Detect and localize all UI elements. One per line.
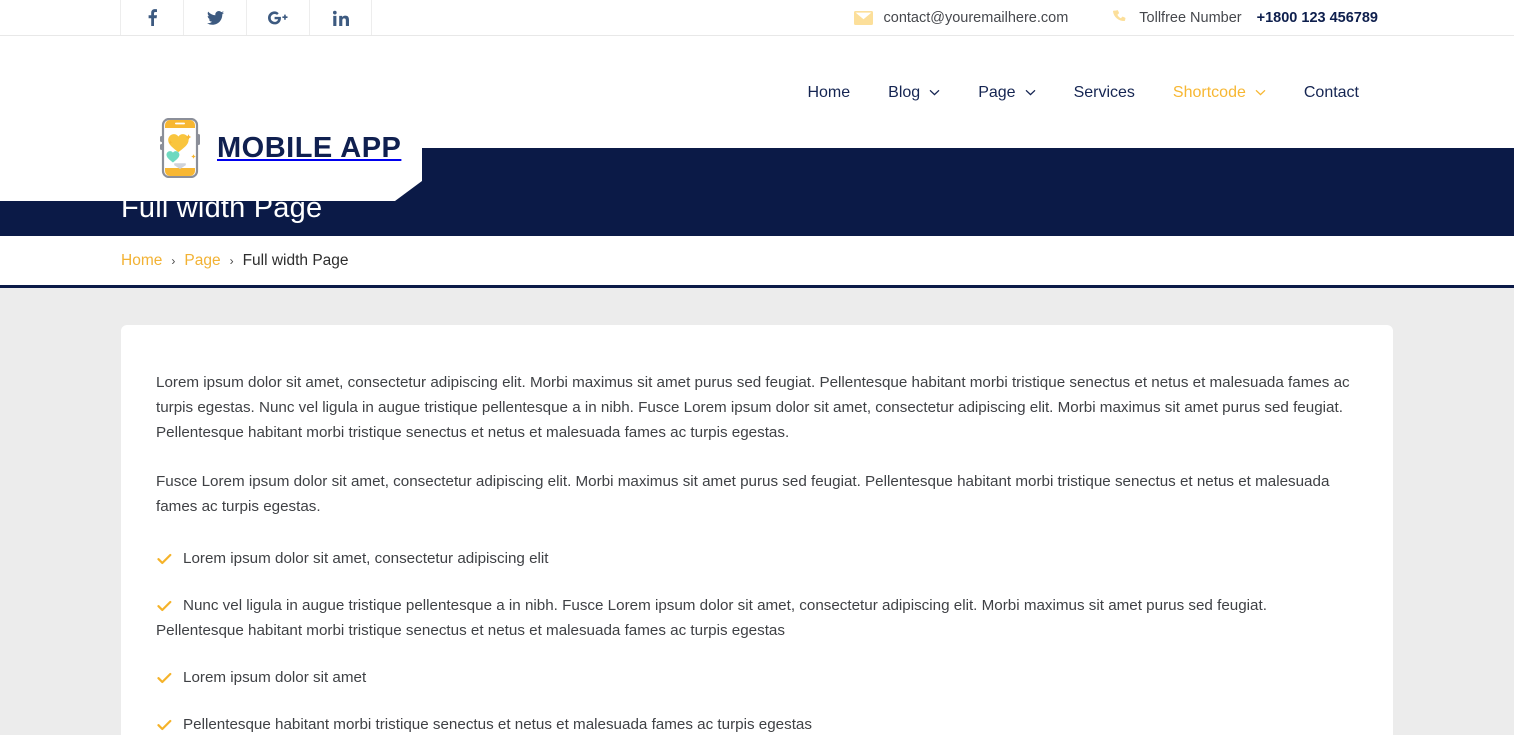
nav-label-contact: Contact <box>1303 83 1359 101</box>
envelope-icon <box>853 10 873 25</box>
list-item: Nunc vel ligula in augue tristique pelle… <box>156 593 1358 643</box>
nav-label-services: Services <box>1073 83 1135 101</box>
intro-paragraph-1: Lorem ipsum dolor sit amet, consectetur … <box>156 374 1350 441</box>
nav-item-services[interactable]: Services <box>1055 84 1154 102</box>
chevron-down-icon <box>1025 89 1036 96</box>
site-logo[interactable]: MOBILE APP <box>157 117 402 179</box>
intro-paragraph-2: Fusce Lorem ipsum dolor sit amet, consec… <box>156 473 1330 515</box>
social-link-google-plus[interactable] <box>246 0 309 35</box>
list-item: Lorem ipsum dolor sit amet <box>156 665 1358 690</box>
list-item: Lorem ipsum dolor sit amet, consectetur … <box>156 546 1358 571</box>
content-area: Lorem ipsum dolor sit amet, consectetur … <box>0 288 1514 735</box>
breadcrumb-bar: Home › Page › Full width Page <box>0 236 1514 288</box>
twitter-icon <box>206 10 224 25</box>
chevron-down-icon <box>1255 89 1266 96</box>
list-item-text: Lorem ipsum dolor sit amet <box>183 669 367 686</box>
feature-list: Lorem ipsum dolor sit amet, consectetur … <box>156 546 1358 735</box>
contact-phone[interactable]: Tollfree Number +1800 123 456789 <box>1112 10 1378 26</box>
contact-phone-value: +1800 123 456789 <box>1256 9 1378 26</box>
check-icon <box>156 553 172 565</box>
list-item: Pellentesque habitant morbi tristique se… <box>156 712 1358 735</box>
breadcrumb-item-current: Full width Page <box>242 251 349 269</box>
logo-text: MOBILE APP <box>217 131 402 164</box>
breadcrumb: Home › Page › Full width Page <box>121 252 349 270</box>
chevron-down-icon <box>929 89 940 96</box>
check-icon <box>156 719 172 731</box>
nav-item-contact[interactable]: Contact <box>1285 84 1378 102</box>
nav-item-blog[interactable]: Blog <box>869 84 959 102</box>
phone-icon <box>1112 9 1128 26</box>
nav-label-blog: Blog <box>888 83 921 101</box>
main-navigation: Home Blog Page Services Shortcode Contac… <box>788 36 1378 149</box>
breadcrumb-separator: › <box>171 253 176 268</box>
breadcrumb-item-page[interactable]: Page <box>184 252 220 270</box>
social-link-facebook[interactable] <box>120 0 183 35</box>
social-link-linkedin[interactable] <box>309 0 372 35</box>
google-plus-icon <box>268 10 288 25</box>
contact-info: contact@youremailhere.com Tollfree Numbe… <box>853 0 1378 35</box>
list-item-text: Pellentesque habitant morbi tristique se… <box>183 716 812 733</box>
nav-item-home[interactable]: Home <box>788 84 869 102</box>
nav-label-shortcode: Shortcode <box>1172 83 1246 101</box>
nav-label-page: Page <box>978 83 1016 101</box>
list-item-text: Nunc vel ligula in augue tristique pelle… <box>156 597 1267 639</box>
breadcrumb-separator: › <box>229 253 234 268</box>
top-bar: contact@youremailhere.com Tollfree Numbe… <box>0 0 1514 36</box>
nav-item-page[interactable]: Page <box>959 84 1054 102</box>
facebook-icon <box>148 9 157 26</box>
list-item-text: Lorem ipsum dolor sit amet, consectetur … <box>183 550 549 567</box>
check-icon <box>156 600 172 612</box>
contact-phone-label: Tollfree Number <box>1139 9 1242 26</box>
content-card: Lorem ipsum dolor sit amet, consectetur … <box>121 325 1393 735</box>
social-links <box>120 0 372 35</box>
breadcrumb-item-home[interactable]: Home <box>121 252 162 270</box>
check-icon <box>156 672 172 684</box>
linkedin-icon <box>332 10 349 26</box>
nav-item-shortcode[interactable]: Shortcode <box>1154 84 1285 102</box>
site-header: MOBILE APP Home Blog Page Services Short… <box>0 36 1514 201</box>
social-link-twitter[interactable] <box>183 0 246 35</box>
contact-email-text: contact@youremailhere.com <box>883 9 1069 26</box>
nav-label-home: Home <box>807 83 851 101</box>
contact-email[interactable]: contact@youremailhere.com <box>853 9 1069 26</box>
mobile-app-heart-phone-icon <box>157 117 203 179</box>
